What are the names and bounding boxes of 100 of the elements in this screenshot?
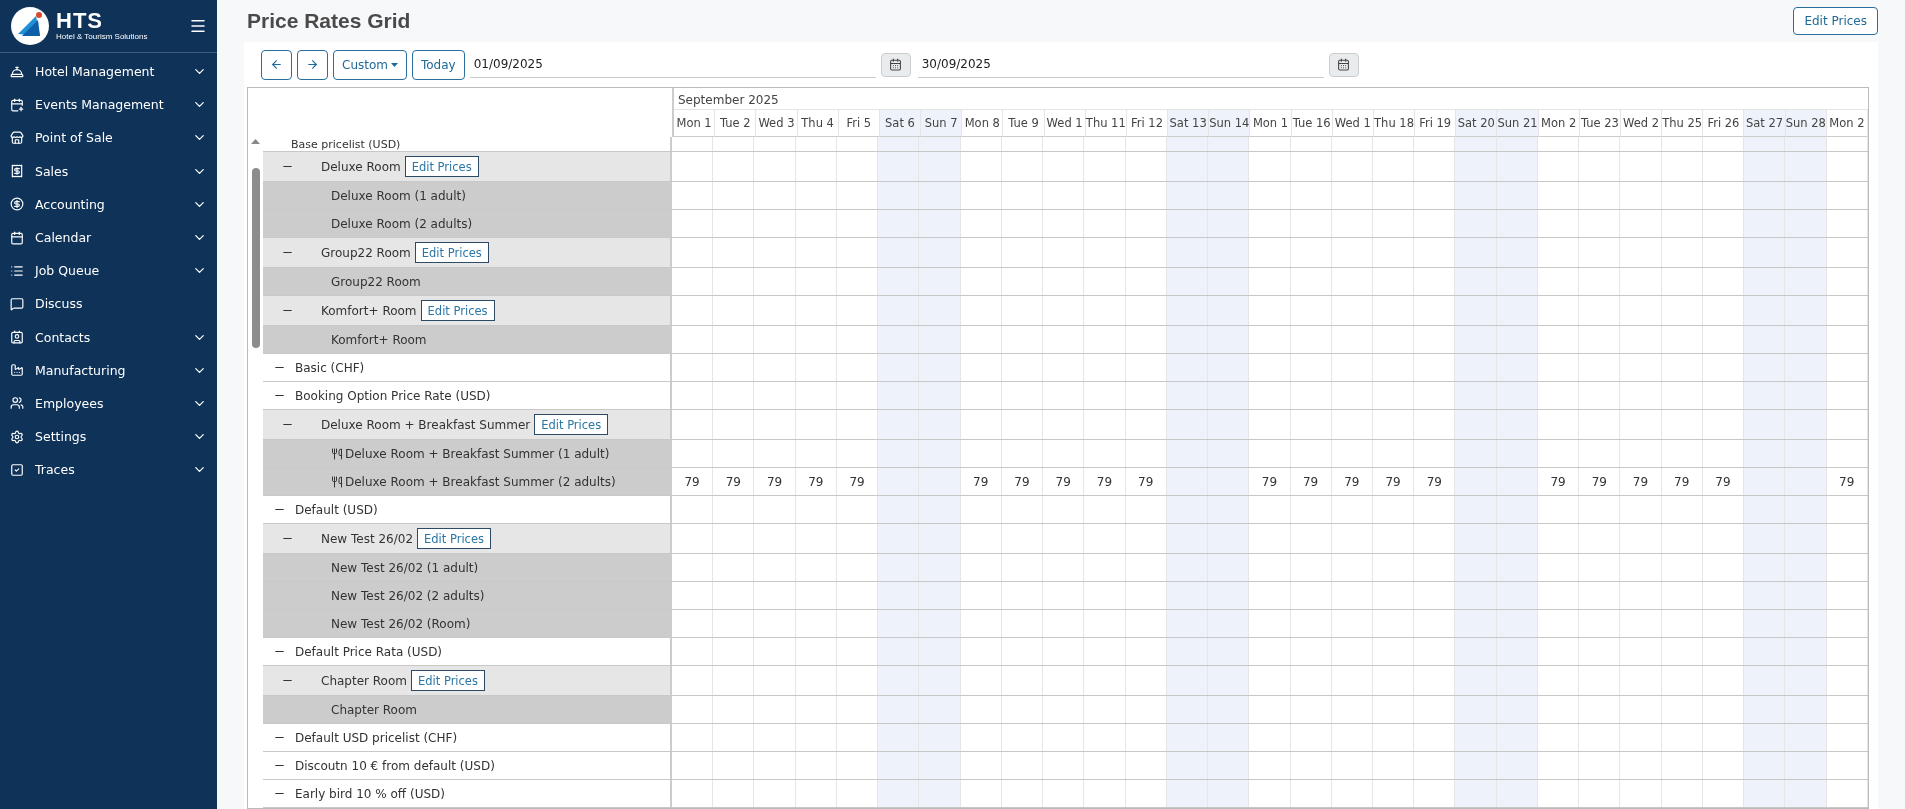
weekend-cell[interactable] bbox=[1496, 610, 1538, 637]
range-dropdown[interactable]: Custom bbox=[333, 49, 407, 80]
edit-prices-button[interactable]: Edit Prices bbox=[1793, 7, 1878, 35]
weekend-cell[interactable] bbox=[1166, 524, 1209, 553]
weekend-cell[interactable] bbox=[1785, 638, 1827, 665]
weekend-cell[interactable] bbox=[878, 638, 920, 665]
weekend-cell[interactable] bbox=[878, 152, 920, 181]
weekend-cell[interactable] bbox=[1496, 666, 1538, 695]
weekend-cell[interactable] bbox=[1455, 496, 1497, 523]
weekend-cell[interactable] bbox=[1455, 296, 1497, 325]
weekend-cell[interactable] bbox=[1166, 296, 1209, 325]
weekend-cell[interactable] bbox=[1166, 238, 1209, 267]
weekend-cell[interactable] bbox=[1744, 496, 1786, 523]
weekend-cell[interactable] bbox=[919, 326, 961, 353]
edit-prices-button[interactable]: Edit Prices bbox=[410, 670, 485, 691]
weekend-cell[interactable] bbox=[919, 440, 961, 467]
weekend-cell[interactable] bbox=[1455, 554, 1497, 581]
weekend-cell[interactable] bbox=[1496, 296, 1538, 325]
weekend-cell[interactable] bbox=[1166, 582, 1209, 609]
weekend-cell[interactable] bbox=[919, 296, 961, 325]
price-value[interactable]: 79 bbox=[1715, 474, 1731, 489]
weekend-cell[interactable] bbox=[878, 296, 920, 325]
price-value[interactable]: 79 bbox=[725, 474, 741, 489]
price-value[interactable]: 79 bbox=[1014, 474, 1030, 489]
weekend-cell[interactable] bbox=[878, 724, 920, 751]
weekend-cell[interactable] bbox=[919, 238, 961, 267]
price-value[interactable]: 79 bbox=[766, 474, 783, 489]
weekend-cell[interactable] bbox=[1785, 724, 1827, 751]
weekend-cell[interactable] bbox=[878, 582, 920, 609]
sidebar-item[interactable]: Job Queue bbox=[0, 254, 217, 288]
weekend-cell[interactable] bbox=[1455, 610, 1497, 637]
price-value[interactable]: 79 bbox=[1839, 474, 1855, 489]
edit-prices-button[interactable]: Edit Prices bbox=[404, 156, 479, 177]
weekend-cell[interactable] bbox=[1455, 696, 1497, 723]
weekend-cell[interactable] bbox=[1496, 382, 1538, 409]
weekend-cell[interactable] bbox=[1166, 724, 1209, 751]
weekend-cell[interactable] bbox=[1208, 468, 1250, 495]
weekend-cell[interactable] bbox=[1455, 410, 1497, 439]
weekend-cell[interactable] bbox=[1785, 210, 1827, 237]
weekend-cell[interactable] bbox=[1744, 296, 1786, 325]
weekend-cell[interactable] bbox=[919, 610, 961, 637]
weekend-cell[interactable] bbox=[1744, 724, 1786, 751]
sidebar-item[interactable]: Traces bbox=[0, 453, 217, 487]
weekend-cell[interactable] bbox=[1208, 582, 1250, 609]
weekend-cell[interactable] bbox=[1785, 326, 1827, 353]
weekend-cell[interactable] bbox=[1208, 238, 1250, 267]
edit-prices-button[interactable]: Edit Prices bbox=[414, 242, 489, 263]
weekend-cell[interactable] bbox=[878, 354, 920, 381]
weekend-cell[interactable] bbox=[1744, 780, 1786, 807]
weekend-cell[interactable] bbox=[1166, 182, 1209, 209]
weekend-cell[interactable] bbox=[1208, 440, 1250, 467]
weekend-cell[interactable] bbox=[1166, 752, 1209, 779]
weekend-cell[interactable] bbox=[1166, 638, 1209, 665]
weekend-cell[interactable] bbox=[878, 752, 920, 779]
price-value[interactable]: 79 bbox=[1055, 474, 1071, 489]
weekend-cell[interactable] bbox=[1496, 582, 1538, 609]
price-value[interactable]: 79 bbox=[808, 474, 824, 489]
weekend-cell[interactable] bbox=[1785, 137, 1827, 151]
weekend-cell[interactable] bbox=[1208, 780, 1250, 807]
weekend-cell[interactable] bbox=[1744, 410, 1786, 439]
weekend-cell[interactable] bbox=[919, 780, 961, 807]
weekend-cell[interactable] bbox=[1744, 268, 1786, 295]
weekend-cell[interactable] bbox=[1785, 610, 1827, 637]
weekend-cell[interactable] bbox=[1166, 496, 1209, 523]
weekend-cell[interactable] bbox=[1744, 382, 1786, 409]
sidebar-item[interactable]: Point of Sale bbox=[0, 121, 217, 155]
weekend-cell[interactable] bbox=[878, 610, 920, 637]
weekend-cell[interactable] bbox=[1455, 582, 1497, 609]
scroll-thumb[interactable] bbox=[251, 168, 260, 348]
sidebar-item[interactable]: Contacts bbox=[0, 320, 217, 354]
weekend-cell[interactable] bbox=[919, 137, 961, 151]
price-value[interactable]: 79 bbox=[1550, 474, 1566, 489]
weekend-cell[interactable] bbox=[878, 440, 920, 467]
weekend-cell[interactable] bbox=[1744, 638, 1786, 665]
weekend-cell[interactable] bbox=[1496, 210, 1538, 237]
weekend-cell[interactable] bbox=[1744, 238, 1786, 267]
weekend-cell[interactable] bbox=[1208, 182, 1250, 209]
price-value[interactable]: 79 bbox=[1385, 474, 1401, 489]
weekend-cell[interactable] bbox=[1496, 238, 1538, 267]
weekend-cell[interactable] bbox=[1496, 524, 1538, 553]
weekend-cell[interactable] bbox=[1455, 780, 1497, 807]
weekend-cell[interactable] bbox=[919, 752, 961, 779]
weekend-cell[interactable] bbox=[1744, 440, 1786, 467]
weekend-cell[interactable] bbox=[878, 210, 920, 237]
weekend-cell[interactable] bbox=[1785, 182, 1827, 209]
edit-prices-button[interactable]: Edit Prices bbox=[420, 300, 495, 321]
sidebar-item[interactable]: Employees bbox=[0, 386, 217, 421]
weekend-cell[interactable] bbox=[1455, 326, 1497, 353]
weekend-cell[interactable] bbox=[1744, 696, 1786, 723]
weekend-cell[interactable] bbox=[1208, 638, 1250, 665]
weekend-cell[interactable] bbox=[878, 666, 920, 695]
weekend-cell[interactable] bbox=[878, 780, 920, 807]
weekend-cell[interactable] bbox=[1496, 440, 1538, 467]
weekend-cell[interactable] bbox=[1744, 210, 1786, 237]
previous-button[interactable] bbox=[261, 49, 292, 80]
weekend-cell[interactable] bbox=[1208, 524, 1250, 553]
weekend-cell[interactable] bbox=[1785, 666, 1827, 695]
menu-icon[interactable] bbox=[189, 17, 207, 35]
sidebar-item[interactable]: Manufacturing bbox=[0, 353, 217, 387]
weekend-cell[interactable] bbox=[1496, 268, 1538, 295]
